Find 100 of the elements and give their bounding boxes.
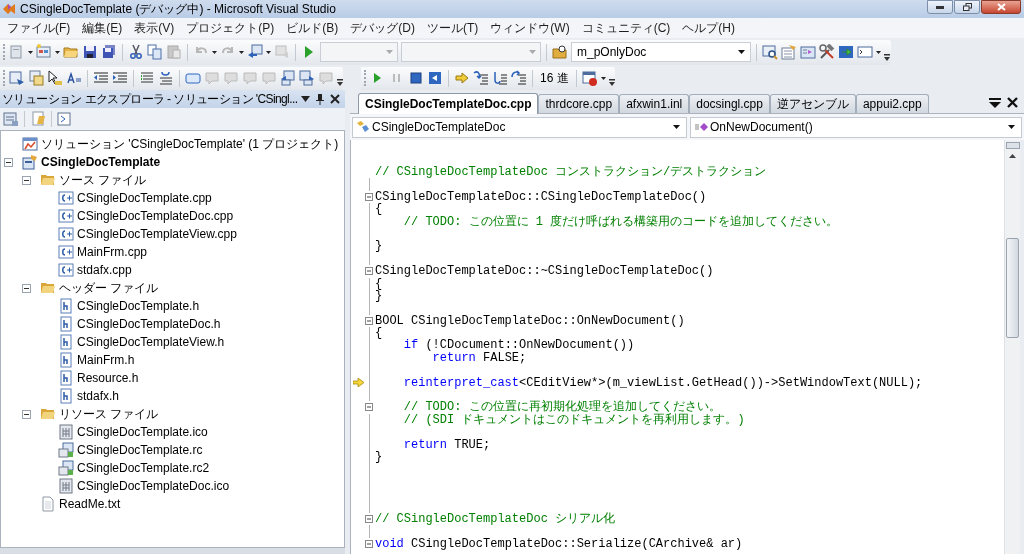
resource-file-icon bbox=[58, 442, 74, 458]
uncomment-icon[interactable] bbox=[158, 70, 174, 86]
cut-icon[interactable] bbox=[128, 44, 144, 60]
close-button[interactable] bbox=[981, 0, 1021, 14]
step-into-icon[interactable] bbox=[473, 70, 489, 86]
tree-item[interactable]: MainFrm.cpp bbox=[77, 244, 147, 260]
indent-icon[interactable] bbox=[112, 70, 128, 86]
navigate-icon[interactable] bbox=[247, 44, 263, 60]
tree-item[interactable]: stdafx.cpp bbox=[77, 262, 132, 278]
pin-icon[interactable] bbox=[316, 93, 324, 105]
tree-item[interactable]: リソース ファイル bbox=[59, 406, 159, 422]
collapse-icon[interactable] bbox=[22, 283, 31, 293]
hex-button[interactable]: 16 進 bbox=[538, 69, 571, 87]
editor-tab[interactable]: afxwin1.inl bbox=[619, 94, 690, 113]
tree-item[interactable]: CSingleDocTemplateDoc.cpp bbox=[77, 208, 234, 224]
menu-item[interactable]: 表示(V) bbox=[128, 19, 181, 37]
tree-item[interactable]: CSingleDocTemplateView.h bbox=[77, 334, 225, 350]
caret-icon[interactable] bbox=[212, 50, 217, 54]
font-icon[interactable] bbox=[66, 70, 82, 86]
tree-item[interactable]: CSingleDocTemplateView.cpp bbox=[77, 226, 237, 242]
caret-icon[interactable] bbox=[55, 50, 60, 54]
find-in-files-icon[interactable] bbox=[552, 44, 568, 60]
cursor-icon[interactable] bbox=[47, 70, 63, 86]
menu-item[interactable]: ヘルプ(H) bbox=[676, 19, 741, 37]
caret-icon bbox=[386, 50, 393, 54]
step-over-icon[interactable] bbox=[492, 70, 508, 86]
tree-item[interactable]: ソース ファイル bbox=[59, 172, 147, 188]
dropdown-icon[interactable] bbox=[989, 97, 1001, 108]
menu-item[interactable]: ウィンドウ(W) bbox=[484, 19, 576, 37]
caret-icon[interactable] bbox=[600, 76, 606, 80]
collapse-icon[interactable] bbox=[4, 157, 13, 167]
tree-item[interactable]: CSingleDocTemplate.rc2 bbox=[77, 460, 210, 476]
add-item-icon[interactable] bbox=[36, 44, 52, 60]
text-file-icon bbox=[40, 496, 56, 512]
scroll-up-icon[interactable] bbox=[1009, 154, 1016, 158]
tree-item[interactable]: CSingleDocTemplate.h bbox=[77, 298, 200, 314]
cpp-file-icon bbox=[58, 190, 74, 206]
maximize-button[interactable] bbox=[954, 0, 980, 14]
caret-icon[interactable] bbox=[28, 50, 33, 54]
start-page-icon[interactable] bbox=[838, 44, 854, 60]
find-icon[interactable] bbox=[762, 44, 778, 60]
tree-item[interactable]: CSingleDocTemplateDoc.ico bbox=[77, 478, 230, 494]
editor-tab[interactable]: 逆アセンブル bbox=[769, 94, 856, 113]
dropdown-icon[interactable] bbox=[301, 96, 310, 102]
stop-icon[interactable] bbox=[408, 70, 424, 86]
caret-icon[interactable] bbox=[876, 50, 881, 54]
menu-item[interactable]: ファイル(F) bbox=[1, 19, 77, 37]
scroll-thumb[interactable] bbox=[1006, 238, 1019, 338]
caret-icon[interactable] bbox=[239, 50, 244, 54]
member-combo[interactable]: OnNewDocument() bbox=[690, 116, 1022, 138]
code-line: { bbox=[374, 203, 383, 216]
step-out-icon[interactable] bbox=[511, 70, 527, 86]
view-code-icon[interactable] bbox=[57, 112, 71, 126]
overflow-icon[interactable] bbox=[337, 78, 343, 87]
tree-item[interactable]: CSingleDocTemplateDoc.h bbox=[77, 316, 221, 332]
collapse-icon[interactable] bbox=[22, 175, 31, 185]
comment-icon[interactable] bbox=[139, 70, 155, 86]
close-icon[interactable] bbox=[1007, 97, 1018, 108]
menu-item[interactable]: ツール(T) bbox=[421, 19, 485, 37]
next-statement-icon[interactable] bbox=[454, 70, 470, 86]
outdent-icon[interactable] bbox=[93, 70, 109, 86]
scrollbar[interactable] bbox=[1004, 140, 1020, 554]
editor-tab[interactable]: docsingl.cpp bbox=[689, 94, 770, 113]
overflow-icon[interactable] bbox=[884, 53, 890, 62]
object-browser-icon[interactable] bbox=[800, 44, 816, 60]
save-icon[interactable] bbox=[82, 44, 98, 60]
class-combo[interactable]: CSingleDocTemplateDoc bbox=[352, 116, 687, 138]
window-icon[interactable] bbox=[9, 70, 25, 86]
tree-item[interactable]: ソリューション 'CSingleDocTemplate' (1 プロジェクト) bbox=[41, 136, 339, 152]
tree-item[interactable]: ReadMe.txt bbox=[59, 496, 121, 512]
breakpoint-window-icon[interactable] bbox=[581, 70, 598, 86]
find-combo[interactable]: m_pOnlyDoc bbox=[571, 42, 751, 62]
editor-tab[interactable]: CSingleDocTemplateDoc.cpp bbox=[358, 93, 539, 114]
tools-icon[interactable] bbox=[819, 44, 835, 60]
tree-item[interactable]: CSingleDocTemplate.ico bbox=[77, 424, 208, 440]
save-all-icon[interactable] bbox=[101, 44, 117, 60]
minimize-icon bbox=[936, 5, 944, 9]
splitter-handle[interactable] bbox=[1005, 142, 1020, 149]
menu-item[interactable]: プロジェクト(P) bbox=[180, 19, 281, 37]
editor-tab[interactable]: thrdcore.cpp bbox=[538, 94, 620, 113]
close-icon[interactable] bbox=[330, 94, 340, 104]
tree-item[interactable]: CSingleDocTemplate bbox=[41, 154, 161, 170]
minimize-button[interactable] bbox=[927, 0, 953, 14]
tree-item[interactable]: CSingleDocTemplate.rc bbox=[77, 442, 203, 458]
menu-item[interactable]: コミュニティ(C) bbox=[575, 19, 677, 37]
tree-item[interactable]: CSingleDocTemplate.cpp bbox=[77, 190, 212, 206]
tree-item[interactable]: MainFrm.h bbox=[77, 352, 135, 368]
menu-item[interactable]: 編集(E) bbox=[76, 19, 129, 37]
image-file-icon bbox=[58, 424, 74, 440]
menu-item[interactable]: ビルド(B) bbox=[280, 19, 345, 37]
restart-icon[interactable] bbox=[427, 70, 443, 86]
editor-tab[interactable]: appui2.cpp bbox=[855, 94, 929, 113]
caret-icon[interactable] bbox=[266, 50, 271, 54]
menu-item[interactable]: デバッグ(D) bbox=[344, 19, 421, 37]
copy-icon[interactable] bbox=[147, 44, 163, 60]
tree-item[interactable]: ヘッダー ファイル bbox=[59, 280, 159, 296]
tree-item[interactable]: Resource.h bbox=[77, 370, 139, 386]
tree-item[interactable]: stdafx.h bbox=[77, 388, 120, 404]
collapse-icon[interactable] bbox=[22, 409, 31, 419]
overflow-icon[interactable] bbox=[608, 78, 615, 87]
